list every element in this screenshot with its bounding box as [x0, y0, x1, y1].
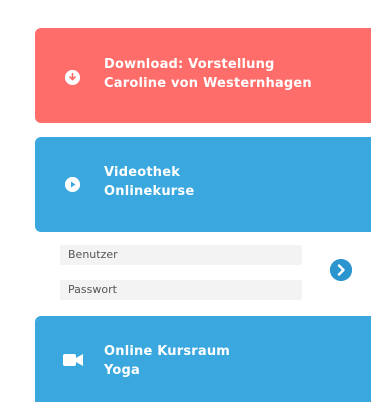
download-icon [65, 70, 80, 85]
chevron-right-icon [330, 259, 352, 281]
password-field[interactable]: Passwort [60, 280, 302, 300]
login-form: Benutzer Passwort [60, 241, 371, 301]
username-placeholder: Benutzer [68, 248, 118, 261]
kursraum-label-line1: Online Kursraum [104, 344, 231, 359]
video-camera-icon [63, 352, 83, 366]
login-submit-button[interactable] [330, 259, 352, 281]
videothek-label: Videothek Onlinekurse [104, 163, 194, 201]
kursraum-label: Online Kursraum Yoga [104, 342, 230, 380]
play-icon [65, 177, 80, 192]
videothek-button[interactable]: Videothek Onlinekurse [35, 137, 371, 232]
download-label-line1: Download: Vorstellung [104, 57, 275, 72]
videothek-label-line1: Videothek [104, 165, 181, 180]
download-button[interactable]: Download: Vorstellung Caroline von Weste… [35, 28, 371, 123]
password-placeholder: Passwort [68, 283, 117, 296]
kursraum-label-line2: Yoga [104, 363, 141, 378]
username-field[interactable]: Benutzer [60, 245, 302, 265]
kursraum-button[interactable]: Online Kursraum Yoga [35, 316, 371, 402]
download-label-line2: Caroline von Westernhagen [104, 76, 312, 91]
download-label: Download: Vorstellung Caroline von Weste… [104, 55, 312, 93]
videothek-label-line2: Onlinekurse [104, 184, 195, 199]
